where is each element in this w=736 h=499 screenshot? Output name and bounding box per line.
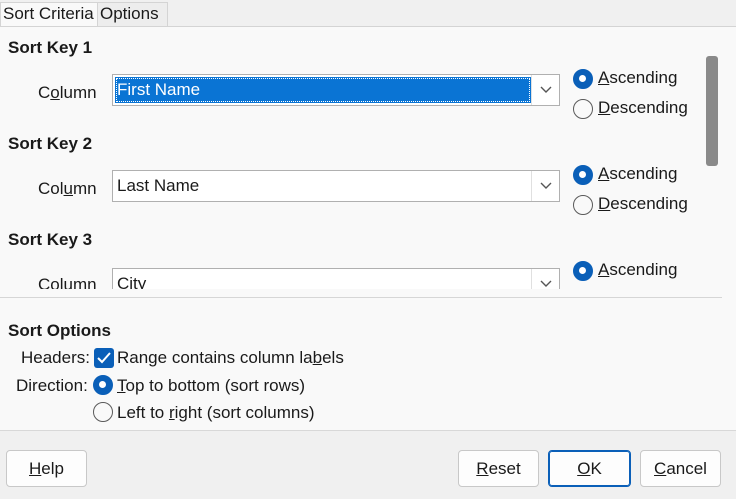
sort-key-1-descending-label[interactable]: Descending bbox=[598, 98, 688, 118]
sort-key-2-heading: Sort Key 2 bbox=[8, 134, 93, 153]
sort-options-heading: Sort Options bbox=[8, 321, 111, 340]
tab-sort-criteria[interactable]: Sort Criteria bbox=[0, 2, 98, 26]
sort-criteria-panel: Sort Key 1 Column First Name Ascending D… bbox=[0, 26, 736, 431]
sort-key-2-ascending-label[interactable]: Ascending bbox=[598, 164, 677, 184]
ok-button[interactable]: OK bbox=[548, 450, 631, 487]
sort-key-2-column-value: Last Name bbox=[117, 176, 200, 195]
chevron-down-icon bbox=[540, 280, 552, 287]
scrollbar-thumb[interactable] bbox=[706, 56, 718, 166]
sort-key-3-column-select[interactable]: City bbox=[112, 268, 560, 289]
sort-key-3-dropdown-button[interactable] bbox=[531, 269, 559, 289]
sort-key-1-heading: Sort Key 1 bbox=[8, 38, 93, 57]
direction-label: Direction: bbox=[16, 376, 88, 395]
sort-keys-scroll-area: Sort Key 1 Column First Name Ascending D… bbox=[0, 27, 722, 289]
left-to-right-radio[interactable] bbox=[93, 402, 113, 422]
sort-key-3-column-value: City bbox=[117, 274, 147, 289]
reset-button[interactable]: Reset bbox=[458, 450, 539, 487]
checkmark-icon bbox=[97, 352, 111, 364]
headers-label: Headers: bbox=[21, 348, 90, 367]
sort-key-1-descending-radio[interactable] bbox=[573, 99, 593, 119]
sort-key-3-ascending-label[interactable]: Ascending bbox=[598, 260, 677, 280]
sort-key-1-dropdown-button[interactable] bbox=[531, 75, 559, 105]
sort-key-2-ascending-radio[interactable] bbox=[573, 165, 593, 185]
sort-key-2-dropdown-button[interactable] bbox=[531, 171, 559, 201]
help-button[interactable]: Help bbox=[6, 450, 87, 487]
sort-key-1-column-label: Column bbox=[38, 83, 97, 102]
section-divider bbox=[0, 297, 722, 298]
sort-key-1-ascending-radio[interactable] bbox=[573, 69, 593, 89]
sort-key-2-descending-radio[interactable] bbox=[573, 195, 593, 215]
sort-key-2-descending-label[interactable]: Descending bbox=[598, 194, 688, 214]
tab-bar: Sort Criteria Options bbox=[0, 0, 736, 26]
sort-key-2-column-select[interactable]: Last Name bbox=[112, 170, 560, 202]
sort-key-1-column-select[interactable]: First Name bbox=[112, 74, 560, 106]
range-contains-labels-checkbox[interactable] bbox=[94, 348, 114, 368]
range-contains-labels-text[interactable]: Range contains column labels bbox=[117, 348, 344, 368]
sort-key-3-ascending-radio[interactable] bbox=[573, 261, 593, 281]
left-to-right-label[interactable]: Left to right (sort columns) bbox=[117, 403, 314, 423]
sort-key-1-ascending-label[interactable]: Ascending bbox=[598, 68, 677, 88]
tab-options[interactable]: Options bbox=[98, 2, 168, 26]
cancel-button[interactable]: Cancel bbox=[640, 450, 721, 487]
chevron-down-icon bbox=[540, 86, 552, 93]
sort-key-2-column-label: Column bbox=[38, 179, 97, 198]
sort-key-1-column-value: First Name bbox=[115, 77, 531, 103]
top-to-bottom-radio[interactable] bbox=[93, 375, 113, 395]
sort-key-3-column-label: Column bbox=[38, 275, 97, 289]
top-to-bottom-label[interactable]: Top to bottom (sort rows) bbox=[117, 376, 305, 396]
sort-key-3-heading: Sort Key 3 bbox=[8, 230, 93, 249]
chevron-down-icon bbox=[540, 182, 552, 189]
